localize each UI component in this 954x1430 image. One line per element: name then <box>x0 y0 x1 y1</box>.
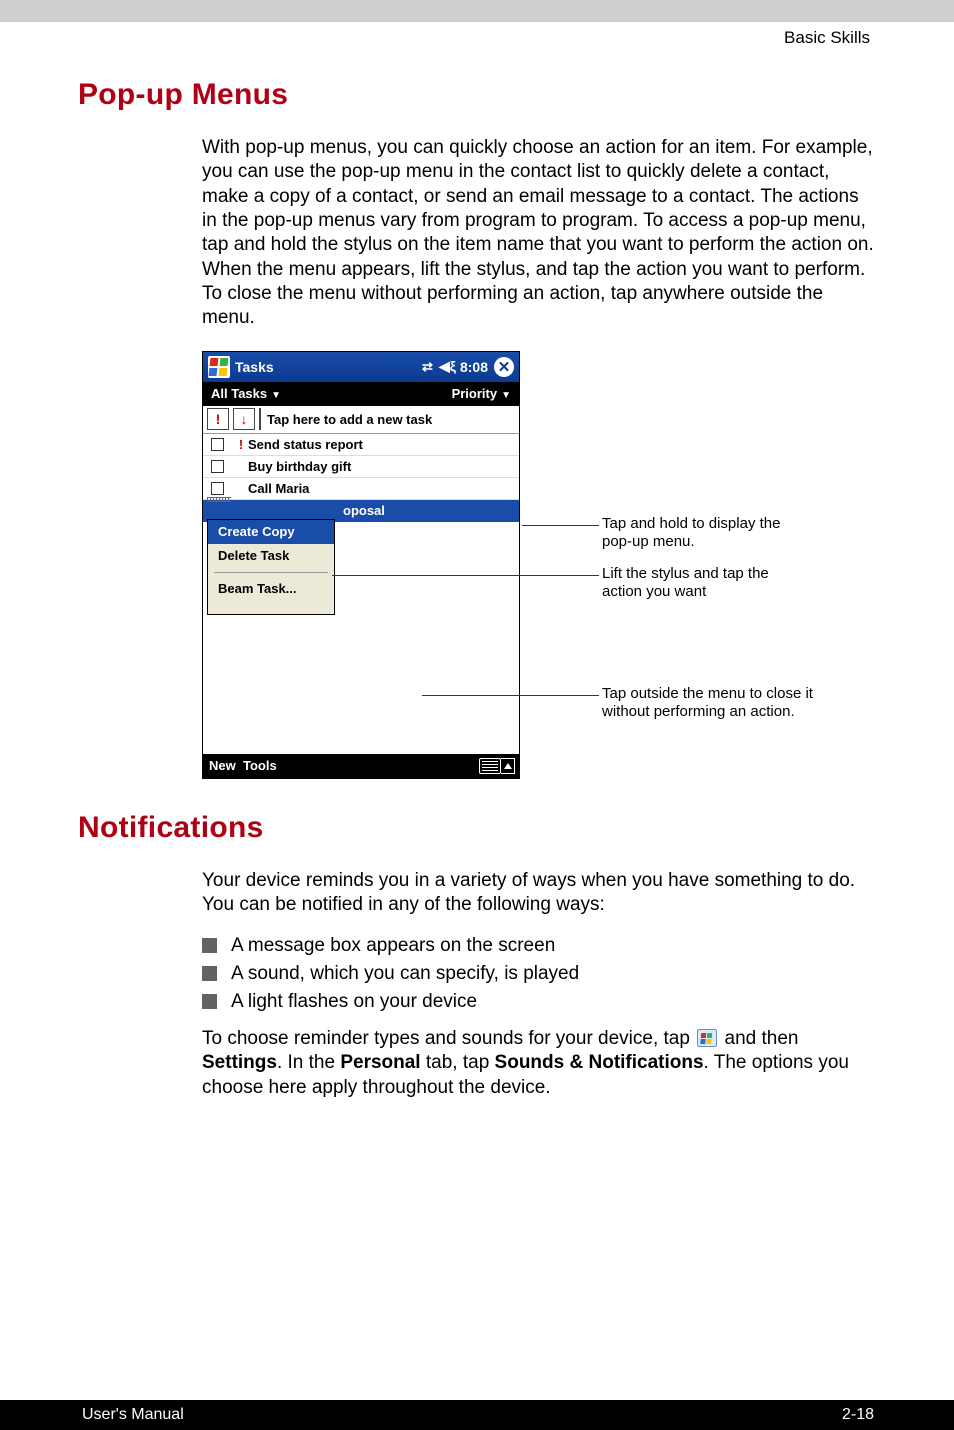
list-item: A light flashes on your device <box>202 991 876 1013</box>
checkbox[interactable] <box>211 460 224 473</box>
menu-new[interactable]: New <box>209 758 236 773</box>
heading-notifications: Notifications <box>78 811 876 845</box>
notification-bullet-list: A message box appears on the screen A so… <box>202 935 876 1013</box>
priority-icon: ! <box>236 437 246 452</box>
task-row[interactable]: ! Send status report <box>203 434 519 456</box>
paragraph-notif-intro: Your device reminds you in a variety of … <box>202 869 876 918</box>
selected-task-fragment: oposal <box>343 503 385 518</box>
task-label: Buy birthday gift <box>248 459 351 474</box>
callout-text-3: Tap outside the menu to close it without… <box>602 685 832 723</box>
start-icon[interactable] <box>208 356 230 378</box>
paragraph-popup: With pop-up menus, you can quickly choos… <box>202 136 876 331</box>
text-fragment: tab, tap <box>421 1052 495 1073</box>
figure-popup-menu: Tasks ⇄ ◀ξ 8:08 ✕ All Tasks▼ Priority▼ !… <box>202 351 876 781</box>
bullet-icon <box>202 994 217 1009</box>
footer-left: User's Manual <box>82 1406 184 1424</box>
app-title: Tasks <box>235 359 422 375</box>
list-item: A message box appears on the screen <box>202 935 876 957</box>
section-header: Basic Skills <box>0 22 954 48</box>
task-row[interactable]: Buy birthday gift <box>203 456 519 478</box>
text-fragment: . In the <box>277 1052 340 1073</box>
checkbox[interactable] <box>211 482 224 495</box>
text-fragment: To choose reminder types and sounds for … <box>202 1028 695 1049</box>
device-bottom-bar: New Tools <box>203 754 519 778</box>
bullet-text: A sound, which you can specify, is playe… <box>231 963 579 985</box>
close-icon[interactable]: ✕ <box>494 357 514 377</box>
footer-right: 2-18 <box>842 1406 874 1424</box>
device-screenshot: Tasks ⇄ ◀ξ 8:08 ✕ All Tasks▼ Priority▼ !… <box>202 351 520 779</box>
bullet-icon <box>202 966 217 981</box>
keyboard-icon[interactable] <box>479 758 501 774</box>
add-task-row[interactable]: ! ↓ Tap here to add a new task <box>203 406 519 434</box>
paragraph-notif-tail: To choose reminder types and sounds for … <box>202 1027 876 1100</box>
bullet-text: A light flashes on your device <box>231 991 477 1013</box>
list-item: A sound, which you can specify, is playe… <box>202 963 876 985</box>
priority-button[interactable]: ! <box>207 408 229 430</box>
menu-tools[interactable]: Tools <box>243 758 277 773</box>
page-footer: User's Manual 2-18 <box>0 1400 954 1430</box>
chevron-down-icon: ▼ <box>501 390 511 401</box>
text-bold: Settings <box>202 1052 277 1073</box>
filter-bar: All Tasks▼ Priority▼ <box>203 382 519 406</box>
task-label: Call Maria <box>248 481 309 496</box>
checkbox[interactable] <box>211 438 224 451</box>
callout-line <box>522 525 599 526</box>
clock[interactable]: 8:08 <box>460 359 488 375</box>
device-titlebar: Tasks ⇄ ◀ξ 8:08 ✕ <box>203 352 519 382</box>
drag-handle-icon <box>207 497 231 502</box>
filter-category-label: All Tasks <box>211 386 267 401</box>
speaker-icon[interactable]: ◀ξ <box>439 358 456 375</box>
page-top-band <box>0 0 954 22</box>
context-menu-item-beam-task[interactable]: Beam Task... <box>208 577 334 601</box>
context-menu-item-delete-task[interactable]: Delete Task <box>208 544 334 568</box>
filter-sort[interactable]: Priority▼ <box>452 386 511 401</box>
task-row[interactable]: Call Maria <box>203 478 519 500</box>
divider <box>259 408 261 430</box>
bullet-icon <box>202 938 217 953</box>
task-label: Send status report <box>248 437 363 452</box>
bullet-text: A message box appears on the screen <box>231 935 555 957</box>
filter-sort-label: Priority <box>452 386 498 401</box>
menu-separator <box>214 572 328 573</box>
filter-category[interactable]: All Tasks ▼ <box>211 386 281 401</box>
callout-line <box>422 695 599 696</box>
priority-icon <box>236 481 246 496</box>
add-task-placeholder: Tap here to add a new task <box>267 412 432 427</box>
heading-popup-menus: Pop-up Menus <box>78 78 876 112</box>
callout-text-2: Lift the stylus and tap the action you w… <box>602 565 812 603</box>
start-icon <box>697 1029 717 1047</box>
context-menu: Create Copy Delete Task Beam Task... <box>207 519 335 615</box>
context-menu-item-create-copy[interactable]: Create Copy <box>208 520 334 544</box>
chevron-down-icon: ▼ <box>271 390 281 401</box>
priority-icon <box>236 459 246 474</box>
connectivity-icon[interactable]: ⇄ <box>422 359 433 375</box>
text-bold: Sounds & Notifications <box>495 1052 704 1073</box>
callout-text-1: Tap and hold to display the pop-up menu. <box>602 515 802 553</box>
text-bold: Personal <box>340 1052 420 1073</box>
sort-button[interactable]: ↓ <box>233 408 255 430</box>
empty-area[interactable] <box>203 615 519 750</box>
input-panel-arrow-icon[interactable] <box>501 758 515 774</box>
callout-line <box>332 575 599 576</box>
text-fragment: and then <box>719 1028 798 1049</box>
